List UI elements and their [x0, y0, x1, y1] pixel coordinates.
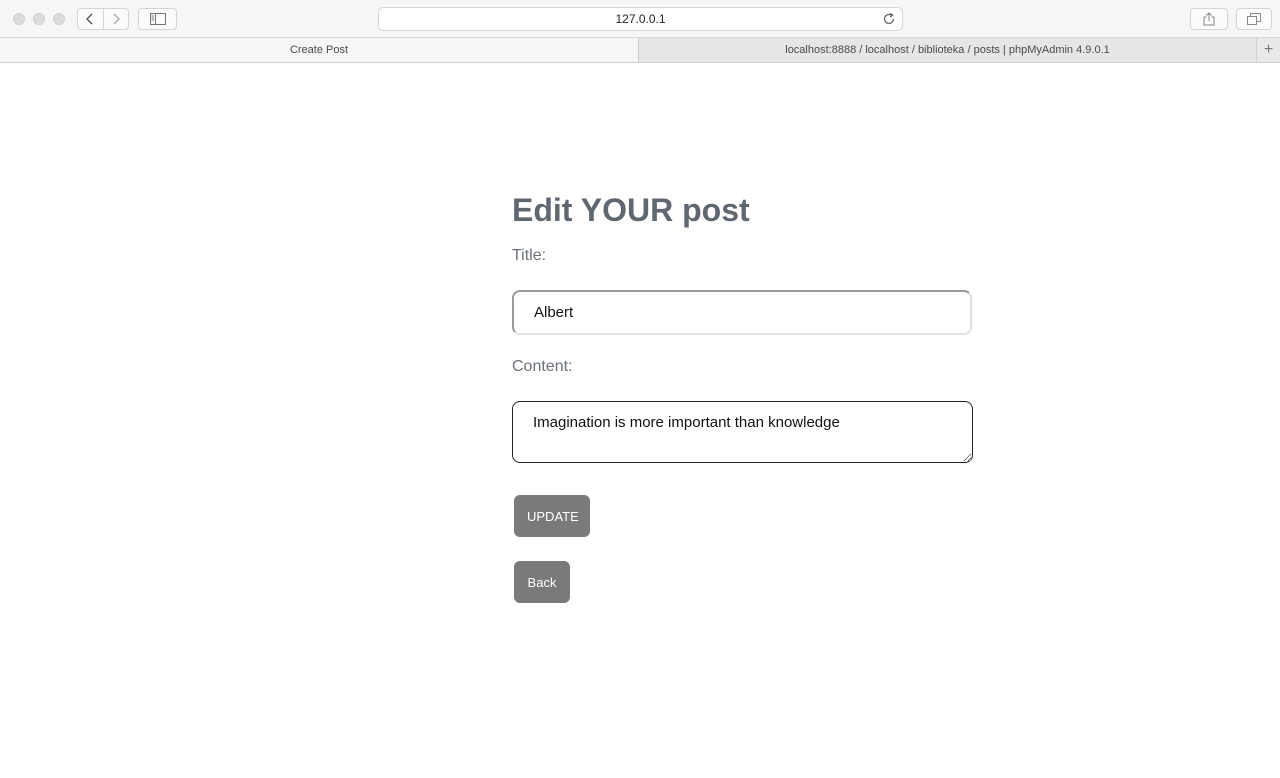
- content-label: Content:: [512, 358, 573, 375]
- address-bar[interactable]: 127.0.0.1: [378, 7, 903, 31]
- share-icon: [1203, 12, 1215, 26]
- share-button[interactable]: [1190, 8, 1228, 30]
- title-input[interactable]: [512, 290, 972, 335]
- window-zoom-button[interactable]: [53, 13, 65, 25]
- edit-post-form: Edit YOUR post Title: Content: Imaginati…: [512, 190, 982, 603]
- forward-nav-button[interactable]: [102, 9, 128, 29]
- tab-create-post[interactable]: Create Post: [0, 38, 639, 62]
- chevron-left-icon: [86, 13, 93, 25]
- back-nav-button[interactable]: [78, 9, 103, 29]
- update-button[interactable]: UPDATE: [514, 495, 590, 537]
- tab-phpmyadmin[interactable]: localhost:8888 / localhost / biblioteka …: [639, 38, 1256, 62]
- window-close-button[interactable]: [13, 13, 25, 25]
- sidebar-icon: [149, 13, 166, 25]
- back-button[interactable]: Back: [514, 561, 570, 603]
- window-minimize-button[interactable]: [33, 13, 45, 25]
- content-textarea[interactable]: Imagination is more important than knowl…: [512, 401, 973, 463]
- reload-icon[interactable]: [882, 12, 896, 26]
- title-label: Title:: [512, 247, 547, 264]
- address-bar-url: 127.0.0.1: [615, 12, 666, 26]
- browser-toolbar: 127.0.0.1: [0, 0, 1280, 38]
- sidebar-toggle-button[interactable]: [138, 8, 177, 30]
- navigation-buttons: [77, 8, 129, 30]
- tab-bar: Create Post localhost:8888 / localhost /…: [0, 38, 1280, 63]
- chevron-right-icon: [113, 13, 120, 25]
- new-tab-button[interactable]: +: [1256, 38, 1280, 62]
- page-title: Edit YOUR post: [512, 192, 750, 228]
- tab-overview-button[interactable]: [1236, 8, 1272, 30]
- tab-overview-icon: [1247, 13, 1261, 25]
